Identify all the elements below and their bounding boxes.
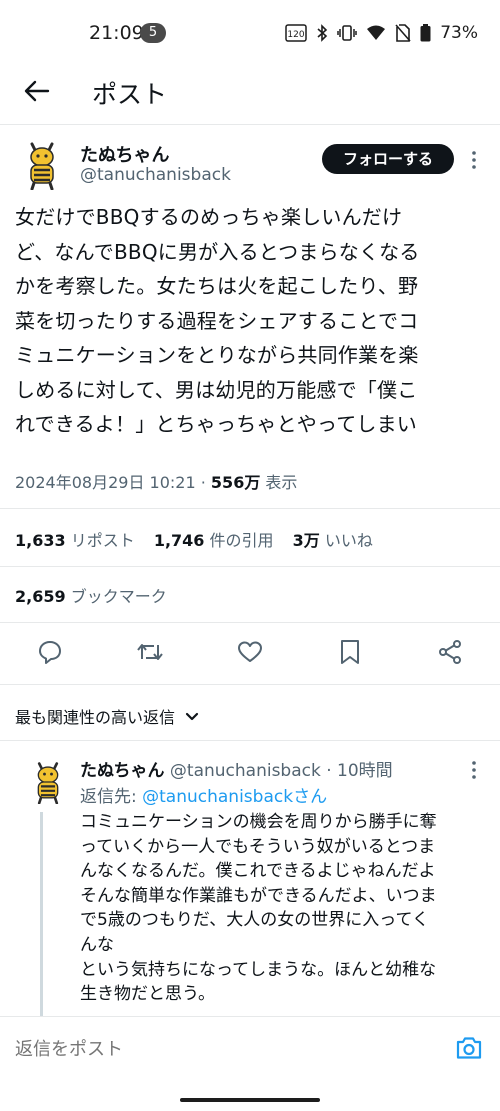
actions-divider [0, 684, 500, 685]
reply-button[interactable] [36, 640, 64, 668]
reply-input[interactable] [15, 1039, 247, 1060]
more-options-button[interactable] [466, 148, 482, 172]
author-name[interactable]: たぬちゃん [80, 141, 169, 167]
vibrate-icon [337, 24, 357, 42]
reply-sort-dropdown[interactable]: 最も関連性の高い返信 [15, 704, 199, 728]
share-icon [437, 639, 463, 669]
header-divider [0, 124, 500, 125]
svg-text:120: 120 [288, 30, 305, 40]
status-time: 21:09 [89, 22, 144, 44]
camera-icon [455, 1035, 483, 1065]
data-speed-icon: 120 [285, 24, 307, 42]
no-sim-icon [395, 24, 411, 42]
quotes-count: 1,746 [153, 531, 205, 550]
chevron-down-icon [185, 707, 199, 726]
bookmarks-label: ブックマーク [70, 587, 167, 606]
reply-text: コミュニケーションの機会を周りから勝手に奪 っていくから一人でもそういう奴がいる… [80, 812, 437, 1005]
bluetooth-icon [316, 24, 328, 42]
reply-author-avatar[interactable] [30, 760, 66, 805]
like-icon [237, 639, 263, 669]
reply-compose-bar [0, 1016, 500, 1082]
arrow-left-icon [24, 80, 50, 106]
more-vertical-icon [466, 151, 482, 176]
likes-count: 3万 [292, 531, 320, 550]
thread-line [40, 812, 43, 1017]
status-bar: 21:09 5 120 73% [0, 0, 500, 66]
reply-icon [37, 639, 63, 669]
bookmarks-count: 2,659 [15, 587, 66, 606]
reply-more-button[interactable] [466, 758, 482, 782]
notification-badge: 5 [140, 23, 166, 43]
bookmarks-stat[interactable]: 2,659 ブックマーク [15, 583, 167, 607]
meta-divider [0, 508, 500, 509]
retweet-icon [136, 639, 164, 669]
reply-sort-label: 最も関連性の高い返信 [15, 708, 176, 727]
likes-stat[interactable]: 3万 いいね [293, 531, 373, 550]
battery-icon [420, 24, 431, 42]
like-button[interactable] [236, 640, 264, 668]
reply-author-name[interactable]: たぬちゃん [80, 761, 165, 781]
reposts-label: リポスト [70, 531, 135, 550]
replying-to-prefix: 返信先: [80, 787, 143, 807]
replying-to: 返信先: @tanuchanisbackさん [80, 782, 327, 807]
status-icons: 120 73% [285, 22, 478, 44]
top-app-bar: ポスト [0, 66, 500, 124]
likes-label: いいね [324, 531, 373, 550]
battery-percent: 73% [440, 23, 478, 43]
bookmark-button[interactable] [336, 640, 364, 668]
share-button[interactable] [436, 640, 464, 668]
engagement-stats: 1,633 リポスト 1,746 件の引用 3万 いいね [15, 527, 387, 551]
tweet-meta: 2024年08月29日 10:21 · 556万 表示 [15, 469, 297, 493]
reply-handle-time: @tanuchanisback · 10時間 [169, 761, 393, 781]
wifi-icon [366, 24, 386, 42]
reposts-count: 1,633 [15, 531, 66, 550]
views-label: 表示 [265, 473, 298, 492]
bookmark-icon [339, 639, 361, 669]
gesture-nav-handle[interactable] [180, 1098, 320, 1102]
reposts-stat[interactable]: 1,633 リポスト [15, 531, 135, 550]
tweet-actions [0, 632, 500, 674]
back-button[interactable] [20, 76, 54, 110]
tweet-timestamp[interactable]: 2024年08月29日 10:21 [15, 473, 196, 492]
tweet-text: 女だけでBBQするのめっちゃ楽しいんだけ ど、なんでBBQに男が入るとつまらなく… [15, 205, 420, 436]
replying-to-link[interactable]: @tanuchanisbackさん [142, 787, 327, 807]
page-title: ポスト [92, 80, 168, 109]
quotes-label: 件の引用 [209, 531, 274, 550]
stats-divider [0, 566, 500, 567]
follow-button[interactable]: フォローする [322, 144, 454, 174]
camera-button[interactable] [454, 1035, 484, 1065]
replies-divider [0, 740, 500, 741]
bookmarks-divider [0, 622, 500, 623]
meta-separator: · [200, 473, 206, 492]
author-avatar[interactable] [22, 140, 62, 191]
more-vertical-icon [466, 761, 482, 786]
quotes-stat[interactable]: 1,746 件の引用 [154, 531, 274, 550]
views-count: 556万 [210, 473, 261, 492]
author-handle[interactable]: @tanuchanisback [80, 165, 231, 185]
reply-header: たぬちゃん @tanuchanisback · 10時間 [80, 756, 393, 781]
retweet-button[interactable] [136, 640, 164, 668]
